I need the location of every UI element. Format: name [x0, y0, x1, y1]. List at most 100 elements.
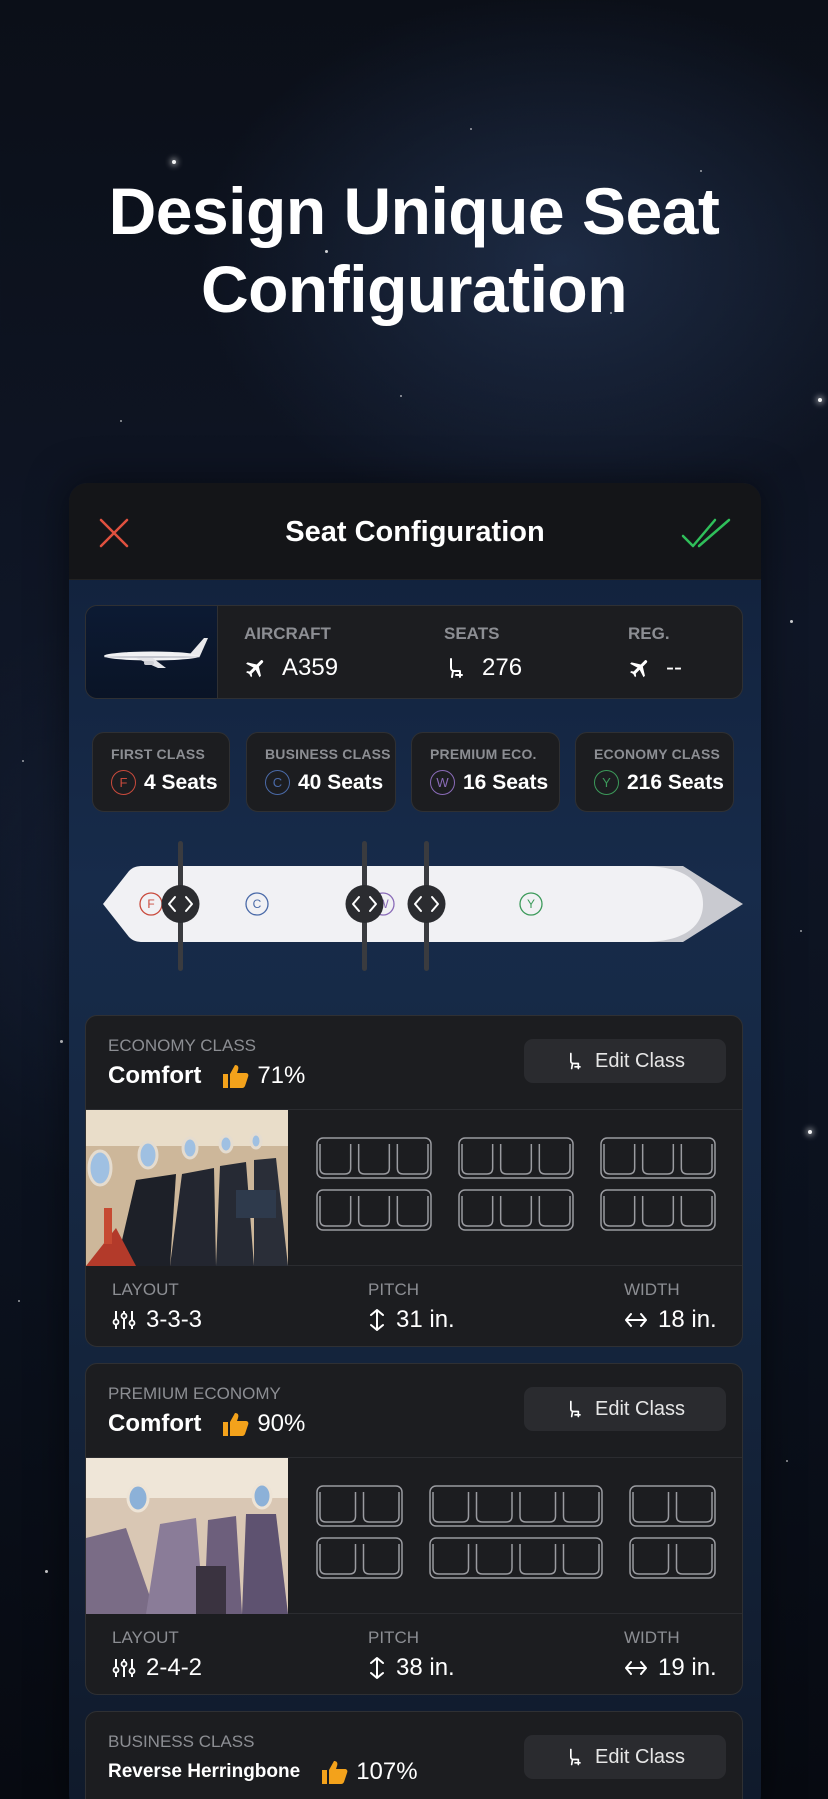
class-badge-y: Y: [594, 770, 619, 795]
stat-seats: SEATS 276: [444, 624, 522, 682]
class-product-name: Reverse Herringbone: [108, 1761, 301, 1782]
divider-handle-fc: [161, 841, 200, 971]
class-pill-label: BUSINESS CLASS: [265, 746, 391, 762]
width-value: 18 in.: [658, 1306, 717, 1333]
class-card-premium-economy: PREMIUM ECONOMY Comfort 90% Edit Class L…: [85, 1363, 743, 1695]
seat-block: [429, 1537, 603, 1579]
layout-label: LAYOUT: [112, 1280, 179, 1299]
seat-block: [600, 1189, 716, 1231]
seat-outline: [319, 1144, 352, 1175]
seat-outline: [475, 1544, 513, 1575]
cabin-photo: [86, 1458, 288, 1614]
pitch-value: 31 in.: [396, 1306, 455, 1333]
seat-outline: [432, 1492, 470, 1523]
class-pill-label: PREMIUM ECO.: [430, 746, 537, 762]
seat-block: [458, 1137, 574, 1179]
width-label: WIDTH: [624, 1628, 680, 1647]
aircraft-info-card[interactable]: AIRCRAFT A359 SEATS 276 REG. --: [85, 605, 743, 699]
fuselage-code-c: C: [253, 897, 262, 911]
class-pill-business[interactable]: BUSINESS CLASS C 40 Seats: [246, 732, 396, 812]
seat-outline: [632, 1544, 670, 1575]
vertical-arrows-icon: [370, 1657, 384, 1679]
seat-outline: [641, 1144, 675, 1175]
seat-outline: [499, 1196, 533, 1227]
seat-block: [600, 1137, 716, 1179]
seat-outline: [538, 1144, 571, 1175]
seat-layout-diagram: [316, 1485, 716, 1579]
seat-outline: [432, 1544, 470, 1575]
class-pill-value: 216 Seats: [627, 770, 724, 794]
seat-block: [458, 1189, 574, 1231]
seat-outline: [499, 1144, 533, 1175]
seat-outline: [632, 1492, 670, 1523]
seat-outline: [319, 1196, 352, 1227]
edit-class-button[interactable]: Edit Class: [524, 1735, 726, 1779]
seat-outline: [603, 1196, 636, 1227]
edit-class-button[interactable]: Edit Class: [524, 1039, 726, 1083]
edit-class-label: Edit Class: [594, 1049, 686, 1072]
fuselage-code-y: Y: [527, 897, 535, 911]
seat-outline: [461, 1196, 494, 1227]
sliders-icon: [112, 1311, 136, 1329]
class-category: BUSINESS CLASS: [108, 1732, 255, 1751]
horizontal-arrows-icon: [625, 1313, 647, 1327]
pitch-value: 38 in.: [396, 1654, 455, 1681]
seat-outline: [675, 1544, 713, 1575]
seat-outline: [519, 1544, 557, 1575]
class-pill-label: FIRST CLASS: [111, 746, 205, 762]
seat-icon: [450, 658, 463, 678]
seat-block: [316, 1537, 403, 1579]
class-card-business: BUSINESS CLASS Reverse Herringbone 107% …: [85, 1711, 743, 1799]
seat-configuration-panel: Seat Configuration AIRCRAFT A359 SEATS 2…: [69, 483, 761, 1799]
seat-block: [629, 1537, 716, 1579]
fuselage-diagram[interactable]: F C W Y: [103, 841, 743, 971]
seat-outline: [680, 1144, 713, 1175]
seat-block: [629, 1485, 716, 1527]
headline-line-1: Design Unique Seat: [108, 174, 720, 248]
vertical-arrows-icon: [370, 1309, 384, 1331]
headline-line-2: Configuration: [200, 252, 628, 326]
seat-block: [429, 1485, 603, 1527]
divider-handle-cw: [345, 841, 384, 971]
edit-class-label: Edit Class: [594, 1745, 686, 1768]
seat-outline: [396, 1196, 429, 1227]
seat-block: [316, 1485, 403, 1527]
class-product-name: Comfort: [108, 1410, 202, 1437]
class-pill-premium[interactable]: PREMIUM ECO. W 16 Seats: [411, 732, 560, 812]
aircraft-value: A359: [282, 654, 339, 681]
class-product-name: Comfort: [108, 1062, 202, 1089]
class-badge-w: W: [430, 770, 455, 795]
seat-outline: [362, 1492, 400, 1523]
class-pill-value: 16 Seats: [463, 770, 549, 794]
fuselage-code-f: F: [147, 897, 154, 911]
seat-outline: [396, 1144, 429, 1175]
thumbs-up-icon: [223, 1413, 249, 1436]
aircraft-thumbnail: [86, 606, 218, 698]
seat-outline: [519, 1492, 557, 1523]
seat-outline: [357, 1196, 391, 1227]
class-rating: 71%: [257, 1062, 306, 1089]
class-pill-economy[interactable]: ECONOMY CLASS Y 216 Seats: [575, 732, 734, 812]
seat-outline: [562, 1544, 600, 1575]
seat-outline: [675, 1492, 713, 1523]
seat-outline: [680, 1196, 713, 1227]
seat-icon: [569, 1400, 581, 1418]
seat-outline: [603, 1144, 636, 1175]
class-pill-label: ECONOMY CLASS: [594, 746, 721, 762]
seat-outline: [562, 1492, 600, 1523]
width-label: WIDTH: [624, 1280, 680, 1299]
class-pill-first[interactable]: FIRST CLASS F 4 Seats: [92, 732, 230, 812]
seat-outline: [475, 1492, 513, 1523]
double-check-icon[interactable]: [681, 516, 733, 550]
seat-outline: [461, 1144, 494, 1175]
class-badge-c: C: [265, 770, 290, 795]
airplane-icon: [630, 660, 648, 678]
cabin-photo: [86, 1110, 288, 1266]
thumbs-up-icon: [322, 1761, 348, 1784]
seats-value: 276: [482, 654, 523, 681]
seat-block: [316, 1189, 432, 1231]
edit-class-button[interactable]: Edit Class: [524, 1387, 726, 1431]
aircraft-label: AIRCRAFT: [244, 624, 331, 643]
seat-outline: [357, 1144, 391, 1175]
class-badge-f: F: [111, 770, 136, 795]
